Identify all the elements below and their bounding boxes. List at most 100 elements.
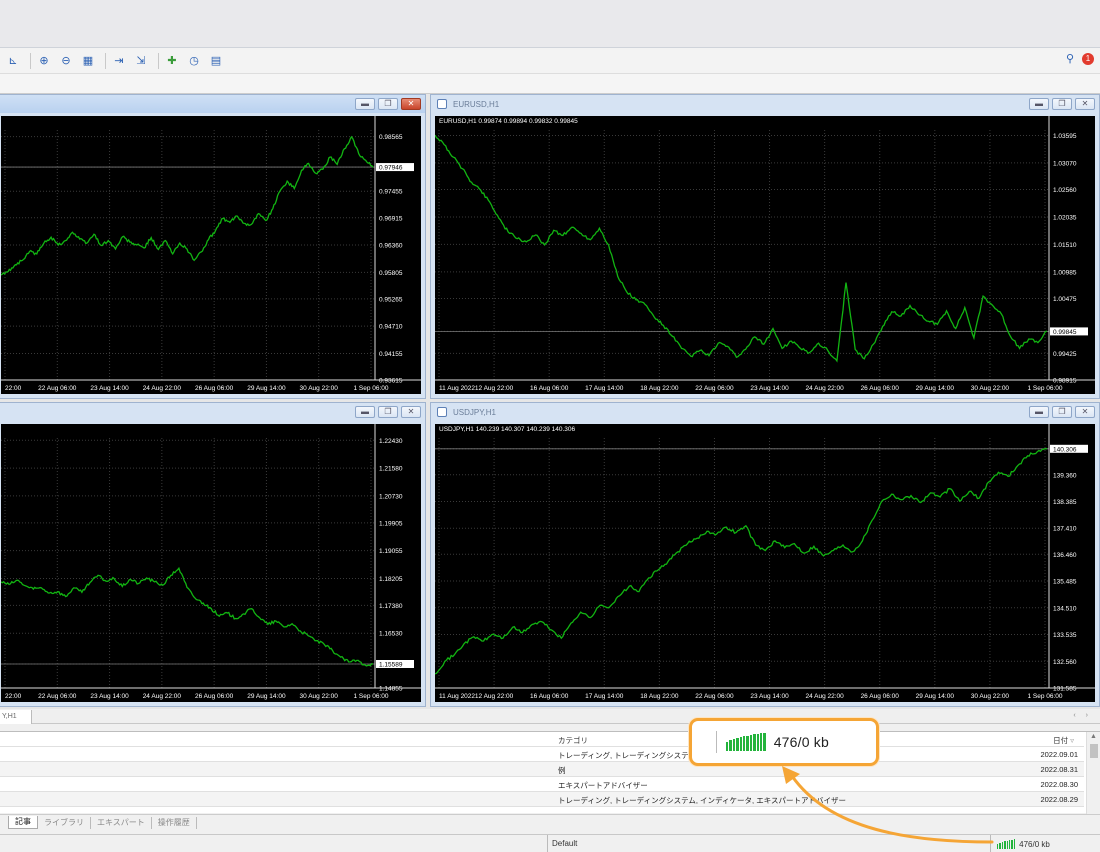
traffic-callout: 476/0 kb xyxy=(689,718,879,766)
time-label: 30 Aug 22:00 xyxy=(300,385,339,392)
price-label: 1.16530 xyxy=(379,631,403,638)
column-header-category[interactable]: カテゴリ xyxy=(558,735,588,746)
price-label: 0.95805 xyxy=(379,270,403,277)
news-category: エキスパートアドバイザー xyxy=(558,781,648,790)
tab-scroll-arrows[interactable]: ‹ › xyxy=(1073,712,1092,719)
chart-titlebar[interactable]: ▬ ❐ ✕ xyxy=(0,95,425,113)
chart-window-icon xyxy=(437,99,447,109)
news-row[interactable]: トレーディング, トレーディングシステム 2022.09.01 xyxy=(0,747,1084,762)
toolbar-separator xyxy=(158,52,159,69)
tab-journal[interactable]: 操作履歴 xyxy=(152,816,197,829)
time-label: 18 Aug 22:00 xyxy=(640,693,679,700)
terminal-window: ⊾ ⊕ ⊖ ▦ ⇥ ⇲ ✚ ◷ ▤ ⚲ 1 ▬ ❐ ✕ 22:00 22 Aug… xyxy=(0,48,1100,852)
restore-button[interactable]: ❐ xyxy=(378,406,398,418)
zoom-in-icon[interactable]: ⊕ xyxy=(35,52,53,70)
clock-icon[interactable]: ◷ xyxy=(185,52,203,70)
time-label: 11 Aug 2022 xyxy=(439,385,475,392)
toolbox-tabs: 記事 ライブラリ エキスパート 操作履歴 xyxy=(0,814,1100,830)
tile-windows-icon[interactable]: ▦ xyxy=(79,52,97,70)
chart-plot[interactable]: 22:00 22 Aug 06:00 23 Aug 14:00 24 Aug 22:0… xyxy=(1,116,421,394)
minimize-button[interactable]: ▬ xyxy=(355,98,375,110)
news-header-row: カテゴリ 日付 ▿ xyxy=(0,732,1084,747)
main-toolbar: ⊾ ⊕ ⊖ ▦ ⇥ ⇲ ✚ ◷ ▤ ⚲ 1 xyxy=(0,48,1100,74)
time-label: 23 Aug 14:00 xyxy=(90,693,129,700)
minimize-button[interactable]: ▬ xyxy=(1029,98,1049,110)
price-label: 140.306 xyxy=(1053,446,1077,453)
status-traffic[interactable]: 476/0 kb xyxy=(990,835,1056,852)
price-label: 0.98565 xyxy=(379,134,403,141)
restore-button[interactable]: ❐ xyxy=(378,98,398,110)
time-label: 22 Aug 06:00 xyxy=(695,385,734,392)
time-label: 22 Aug 06:00 xyxy=(695,693,734,700)
news-scrollbar[interactable]: ▲ xyxy=(1086,732,1100,814)
chart-window[interactable]: ▬ ❐ ✕ 22:00 22 Aug 06:00 23 Aug 14:00 24 Au… xyxy=(0,402,426,707)
chart-plot[interactable]: 11 Aug 2022 12 Aug 22:00 16 Aug 06:00 17 Au… xyxy=(435,424,1095,702)
price-label: 0.99845 xyxy=(1053,329,1077,336)
news-row[interactable]: エキスパートアドバイザー 2022.08.30 xyxy=(0,777,1084,792)
chart-title: EURUSD,H1 xyxy=(453,99,500,109)
sort-down-icon: ▿ xyxy=(1070,736,1074,745)
status-bar: Default 476/0 kb xyxy=(0,834,1100,852)
tab-articles[interactable]: 記事 xyxy=(8,816,38,829)
price-label: 135.485 xyxy=(1053,579,1077,586)
time-label: 29 Aug 14:00 xyxy=(916,693,955,700)
time-label: 16 Aug 06:00 xyxy=(530,693,569,700)
chart-window[interactable]: EURUSD,H1 ▬ ❐ ✕ 11 Aug 2022 12 Aug 22:00 1… xyxy=(430,94,1100,399)
news-date: 2022.08.31 xyxy=(1040,765,1078,774)
notifications-icon[interactable]: 1 xyxy=(1082,52,1094,65)
scroll-thumb[interactable] xyxy=(1090,744,1098,758)
price-label: 1.03595 xyxy=(1053,133,1077,140)
time-label: 23 Aug 14:00 xyxy=(750,385,789,392)
price-label: 0.97946 xyxy=(379,165,403,172)
restore-button[interactable]: ❐ xyxy=(1052,98,1072,110)
zoom-out-icon[interactable]: ⊖ xyxy=(57,52,75,70)
minimize-button[interactable]: ▬ xyxy=(1029,406,1049,418)
price-label: 136.460 xyxy=(1053,552,1077,559)
tab-experts[interactable]: エキスパート xyxy=(91,816,152,829)
template-icon[interactable]: ▤ xyxy=(207,52,225,70)
price-label: 139.360 xyxy=(1053,472,1077,479)
price-chart-svg: 11 Aug 2022 12 Aug 22:00 16 Aug 06:00 17 Au… xyxy=(435,424,1095,700)
time-label: 22 Aug 06:00 xyxy=(38,385,77,392)
time-label: 26 Aug 06:00 xyxy=(861,693,900,700)
chart-window[interactable]: USDJPY,H1 ▬ ❐ ✕ 11 Aug 2022 12 Aug 22:00 1… xyxy=(430,402,1100,707)
price-label: 0.99425 xyxy=(1053,351,1077,358)
toolbar-right: ⚲ 1 xyxy=(1066,52,1094,65)
close-button[interactable]: ✕ xyxy=(1075,406,1095,418)
chart-tab[interactable]: Y,H1 xyxy=(0,710,32,724)
news-row[interactable]: 例 2022.08.31 xyxy=(0,762,1084,777)
price-label: 1.22430 xyxy=(379,438,403,445)
news-row[interactable]: トレーディング, トレーディングシステム, インディケータ, エキスパートアドバ… xyxy=(0,792,1084,807)
search-icon[interactable]: ⚲ xyxy=(1066,52,1074,65)
news-date: 2022.08.29 xyxy=(1040,795,1078,804)
chart-shift-icon[interactable]: ⇥ xyxy=(110,52,128,70)
time-label: 26 Aug 06:00 xyxy=(195,385,234,392)
minimize-button[interactable]: ▬ xyxy=(355,406,375,418)
autoscroll-icon[interactable]: ⇲ xyxy=(132,52,150,70)
indicator-add-icon[interactable]: ✚ xyxy=(163,52,181,70)
close-button[interactable]: ✕ xyxy=(401,406,421,418)
chart-titlebar[interactable]: ▬ ❐ ✕ xyxy=(0,403,425,421)
time-label: 22:00 xyxy=(5,693,22,700)
scroll-up-icon[interactable]: ▲ xyxy=(1090,733,1097,740)
chart-window[interactable]: ▬ ❐ ✕ 22:00 22 Aug 06:00 23 Aug 14:00 24 Au… xyxy=(0,94,426,399)
column-header-date[interactable]: 日付 ▿ xyxy=(1053,735,1074,746)
restore-button[interactable]: ❐ xyxy=(1052,406,1072,418)
close-button[interactable]: ✕ xyxy=(401,98,421,110)
window-buttons: ▬ ❐ ✕ xyxy=(1026,406,1095,418)
price-label: 0.94710 xyxy=(379,324,403,331)
status-profile[interactable]: Default xyxy=(547,835,581,852)
time-label: 12 Aug 22:00 xyxy=(475,385,514,392)
tab-library[interactable]: ライブラリ xyxy=(38,816,91,829)
price-label: 137.410 xyxy=(1053,526,1077,533)
time-label: 22 Aug 06:00 xyxy=(38,693,77,700)
chart-titlebar[interactable]: EURUSD,H1 ▬ ❐ ✕ xyxy=(431,95,1099,113)
period-separator-icon[interactable]: ⊾ xyxy=(4,52,22,70)
chart-plot[interactable]: 22:00 22 Aug 06:00 23 Aug 14:00 24 Aug 22:0… xyxy=(1,424,421,702)
chart-title: USDJPY,H1 xyxy=(453,407,496,417)
price-label: 131.585 xyxy=(1053,686,1077,693)
chart-titlebar[interactable]: USDJPY,H1 ▬ ❐ ✕ xyxy=(431,403,1099,421)
close-button[interactable]: ✕ xyxy=(1075,98,1095,110)
chart-plot[interactable]: 11 Aug 2022 12 Aug 22:00 16 Aug 06:00 17 Au… xyxy=(435,116,1095,394)
time-label: 26 Aug 06:00 xyxy=(195,693,234,700)
